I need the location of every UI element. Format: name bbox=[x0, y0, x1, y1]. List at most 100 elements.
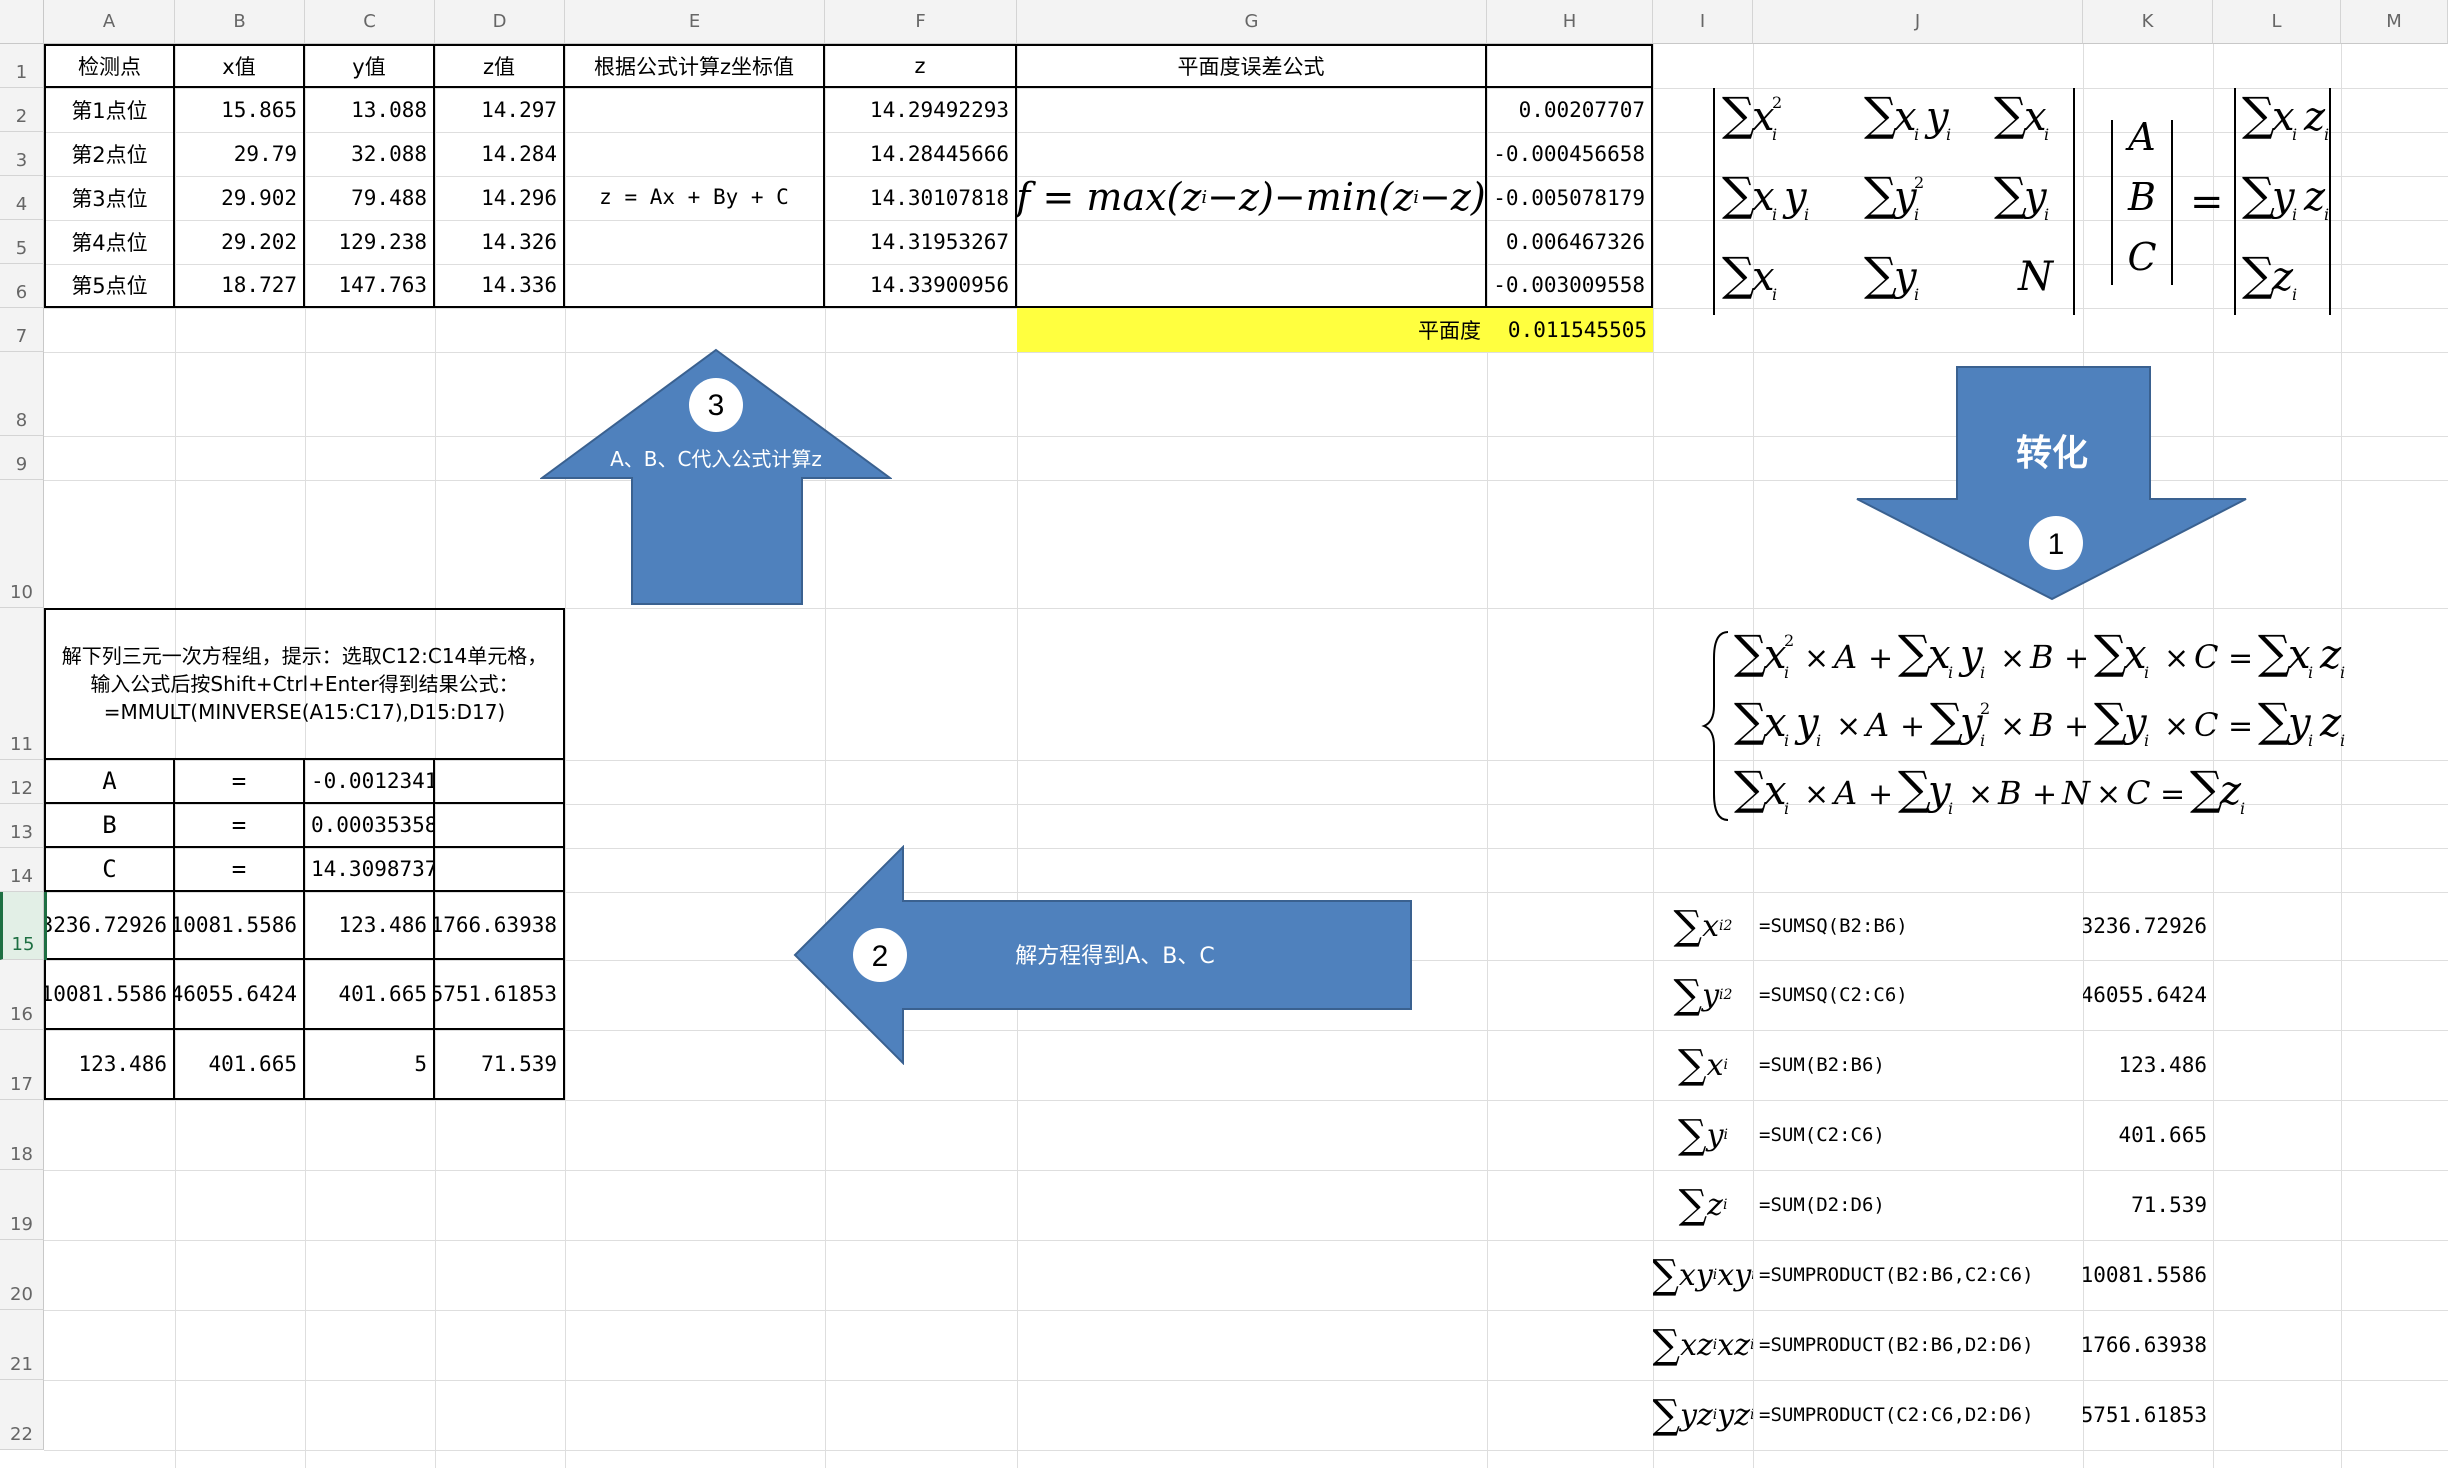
solution-empty[interactable] bbox=[435, 804, 565, 848]
row-header-3[interactable]: 3 bbox=[0, 132, 44, 176]
column-header-f[interactable]: F bbox=[825, 0, 1017, 44]
point-error[interactable]: 0.00207707 bbox=[1487, 88, 1653, 132]
column-header-e[interactable]: E bbox=[565, 0, 825, 44]
point-x[interactable]: 29.902 bbox=[175, 176, 305, 220]
solution-name[interactable]: A bbox=[44, 760, 175, 804]
select-all-corner[interactable] bbox=[0, 0, 44, 44]
solution-value[interactable]: 0.00035358 bbox=[305, 804, 435, 848]
point-z-calculated[interactable]: 14.30107818 bbox=[825, 176, 1017, 220]
sum-value[interactable]: 401.665 bbox=[2083, 1100, 2213, 1170]
row-header-5[interactable]: 5 bbox=[0, 220, 44, 264]
sum-formula[interactable]: =SUMPRODUCT(B2:B6,C2:C6) bbox=[1753, 1240, 2083, 1310]
solution-equals[interactable]: = bbox=[175, 760, 305, 804]
point-error[interactable]: -0.003009558 bbox=[1487, 264, 1653, 308]
row-header-15[interactable]: 15 bbox=[0, 892, 44, 960]
point-error[interactable]: -0.005078179 bbox=[1487, 176, 1653, 220]
cell-h1[interactable] bbox=[1487, 44, 1653, 88]
cell-f1[interactable]: z bbox=[825, 44, 1017, 88]
matrix-cell[interactable]: 5751.61853 bbox=[435, 960, 565, 1030]
column-header-i[interactable]: I bbox=[1653, 0, 1753, 44]
row-header-16[interactable]: 16 bbox=[0, 960, 44, 1030]
cell-d1[interactable]: z值 bbox=[435, 44, 565, 88]
solution-value[interactable]: -0.0012341 bbox=[305, 760, 435, 804]
row-header-7[interactable]: 7 bbox=[0, 308, 44, 352]
column-header-l[interactable]: L bbox=[2213, 0, 2341, 44]
matrix-cell[interactable]: 71.539 bbox=[435, 1030, 565, 1100]
solution-name[interactable]: B bbox=[44, 804, 175, 848]
sum-formula[interactable]: =SUMPRODUCT(B2:B6,D2:D6) bbox=[1753, 1310, 2083, 1380]
matrix-cell[interactable]: 1766.63938 bbox=[435, 892, 565, 960]
row-header-4[interactable]: 4 bbox=[0, 176, 44, 220]
point-name[interactable]: 第2点位 bbox=[44, 132, 175, 176]
point-x[interactable]: 29.202 bbox=[175, 220, 305, 264]
row-header-2[interactable]: 2 bbox=[0, 88, 44, 132]
column-header-b[interactable]: B bbox=[175, 0, 305, 44]
point-y[interactable]: 13.088 bbox=[305, 88, 435, 132]
row-header-10[interactable]: 10 bbox=[0, 480, 44, 608]
flatness-formula[interactable]: f = max(z i − z) − min(z i − z) bbox=[1017, 88, 1487, 308]
point-x[interactable]: 18.727 bbox=[175, 264, 305, 308]
solution-empty[interactable] bbox=[435, 760, 565, 804]
row-header-11[interactable]: 11 bbox=[0, 608, 44, 760]
column-header-d[interactable]: D bbox=[435, 0, 565, 44]
point-z[interactable]: 14.326 bbox=[435, 220, 565, 264]
column-header-h[interactable]: H bbox=[1487, 0, 1653, 44]
matrix-cell[interactable]: 5 bbox=[305, 1030, 435, 1100]
row-header-20[interactable]: 20 bbox=[0, 1240, 44, 1310]
sum-formula[interactable]: =SUMSQ(C2:C6) bbox=[1753, 960, 2083, 1030]
sum-value[interactable]: 5751.61853 bbox=[2083, 1380, 2213, 1450]
point-z-calculated[interactable]: 14.31953267 bbox=[825, 220, 1017, 264]
row-header-14[interactable]: 14 bbox=[0, 848, 44, 892]
cell-b1[interactable]: x值 bbox=[175, 44, 305, 88]
column-header-a[interactable]: A bbox=[44, 0, 175, 44]
row-header-9[interactable]: 9 bbox=[0, 436, 44, 480]
row-header-21[interactable]: 21 bbox=[0, 1310, 44, 1380]
row-header-19[interactable]: 19 bbox=[0, 1170, 44, 1240]
row-header-12[interactable]: 12 bbox=[0, 760, 44, 804]
sum-value[interactable]: 1766.63938 bbox=[2083, 1310, 2213, 1380]
point-error[interactable]: -0.000456658 bbox=[1487, 132, 1653, 176]
point-name[interactable]: 第3点位 bbox=[44, 176, 175, 220]
solution-equals[interactable]: = bbox=[175, 804, 305, 848]
row-header-1[interactable]: 1 bbox=[0, 44, 44, 88]
solution-value[interactable]: 14.3098737 bbox=[305, 848, 435, 892]
point-z[interactable]: 14.336 bbox=[435, 264, 565, 308]
cell-e2-formula[interactable]: z = Ax + By + C bbox=[565, 88, 825, 308]
column-header-g[interactable]: G bbox=[1017, 0, 1487, 44]
row-header-13[interactable]: 13 bbox=[0, 804, 44, 848]
column-header-c[interactable]: C bbox=[305, 0, 435, 44]
point-y[interactable]: 79.488 bbox=[305, 176, 435, 220]
sum-formula[interactable]: =SUM(D2:D6) bbox=[1753, 1170, 2083, 1240]
row-header-22[interactable]: 22 bbox=[0, 1380, 44, 1450]
cell-a1[interactable]: 检测点 bbox=[44, 44, 175, 88]
point-error[interactable]: 0.006467326 bbox=[1487, 220, 1653, 264]
matrix-cell[interactable]: 10081.5586 bbox=[44, 960, 175, 1030]
sum-value[interactable]: 46055.6424 bbox=[2083, 960, 2213, 1030]
flatness-label[interactable]: 平面度 bbox=[1017, 308, 1487, 352]
cell-g1[interactable]: 平面度误差公式 bbox=[1017, 44, 1487, 88]
row-header-6[interactable]: 6 bbox=[0, 264, 44, 308]
sum-value[interactable]: 123.486 bbox=[2083, 1030, 2213, 1100]
point-y[interactable]: 147.763 bbox=[305, 264, 435, 308]
point-x[interactable]: 29.79 bbox=[175, 132, 305, 176]
row-header-17[interactable]: 17 bbox=[0, 1030, 44, 1100]
sum-formula[interactable]: =SUM(C2:C6) bbox=[1753, 1100, 2083, 1170]
cell-e1[interactable]: 根据公式计算z坐标值 bbox=[565, 44, 825, 88]
matrix-cell[interactable]: 46055.6424 bbox=[175, 960, 305, 1030]
cell-c1[interactable]: y值 bbox=[305, 44, 435, 88]
sum-formula[interactable]: =SUM(B2:B6) bbox=[1753, 1030, 2083, 1100]
point-y[interactable]: 32.088 bbox=[305, 132, 435, 176]
solution-equals[interactable]: = bbox=[175, 848, 305, 892]
sum-value[interactable]: 3236.72926 bbox=[2083, 892, 2213, 960]
spreadsheet-grid[interactable]: ABCDEFGHIJKLM 1 2 3 4 5 6 7 8 9 10 11 12 13 14 15 16 17 1… bbox=[0, 0, 2448, 1468]
point-name[interactable]: 第5点位 bbox=[44, 264, 175, 308]
point-z-calculated[interactable]: 14.28445666 bbox=[825, 132, 1017, 176]
matrix-cell[interactable]: 123.486 bbox=[305, 892, 435, 960]
column-header-j[interactable]: J bbox=[1753, 0, 2083, 44]
point-name[interactable]: 第1点位 bbox=[44, 88, 175, 132]
point-z[interactable]: 14.297 bbox=[435, 88, 565, 132]
column-header-k[interactable]: K bbox=[2083, 0, 2213, 44]
point-x[interactable]: 15.865 bbox=[175, 88, 305, 132]
point-name[interactable]: 第4点位 bbox=[44, 220, 175, 264]
instruction-note[interactable]: 解下列三元一次方程组，提示：选取C12:C14单元格，输入公式后按Shift+C… bbox=[44, 608, 565, 760]
